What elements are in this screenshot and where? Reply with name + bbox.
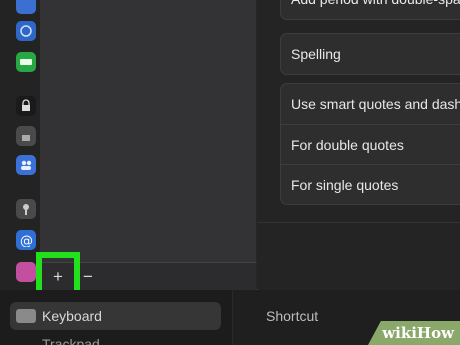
game-center-icon[interactable] [16, 262, 36, 282]
keyboard-icon [16, 309, 36, 323]
screen-time-icon[interactable] [16, 0, 36, 14]
touch-id-icon[interactable] [16, 126, 36, 146]
remove-button[interactable]: − [77, 267, 99, 287]
settings-sidebar: Keyboard Trackpad [0, 290, 232, 345]
sidebar-item-keyboard-label: Keyboard [42, 308, 102, 324]
shortcut-column-header: Shortcut [266, 308, 319, 324]
passwords-icon[interactable] [16, 199, 36, 219]
pane-divider [258, 222, 460, 223]
option-row-single-quotes[interactable]: For single quotes [281, 164, 460, 204]
users-groups-icon[interactable] [16, 155, 36, 175]
text-replacements-sheet: + − Add period with double-space Spellin… [40, 0, 460, 290]
sidebar-item-trackpad[interactable]: Trackpad [42, 336, 100, 345]
option-group-spelling: Spelling [280, 33, 460, 75]
option-row-add-period[interactable]: Add period with double-space [281, 0, 460, 19]
battery-icon[interactable] [16, 52, 36, 72]
replacement-list[interactable] [40, 0, 257, 262]
watermark-text: wikiHow [382, 324, 454, 342]
option-row-smart-quotes[interactable]: Use smart quotes and dashes [281, 84, 460, 124]
settings-sidebar-icons: @ [0, 0, 40, 290]
sidebar-item-keyboard[interactable]: Keyboard [10, 302, 221, 330]
option-row-double-quotes[interactable]: For double quotes [281, 124, 460, 164]
option-row-spelling[interactable]: Spelling [281, 34, 460, 74]
general-icon[interactable] [16, 21, 36, 41]
internet-accounts-icon[interactable]: @ [16, 230, 36, 250]
lock-screen-icon[interactable] [16, 96, 36, 116]
svg-text:@: @ [20, 234, 33, 247]
text-options-pane: Add period with double-space Spelling Us… [258, 0, 460, 290]
option-group-period: Add period with double-space [280, 0, 460, 20]
option-group-quotes: Use smart quotes and dashes For double q… [280, 83, 460, 205]
